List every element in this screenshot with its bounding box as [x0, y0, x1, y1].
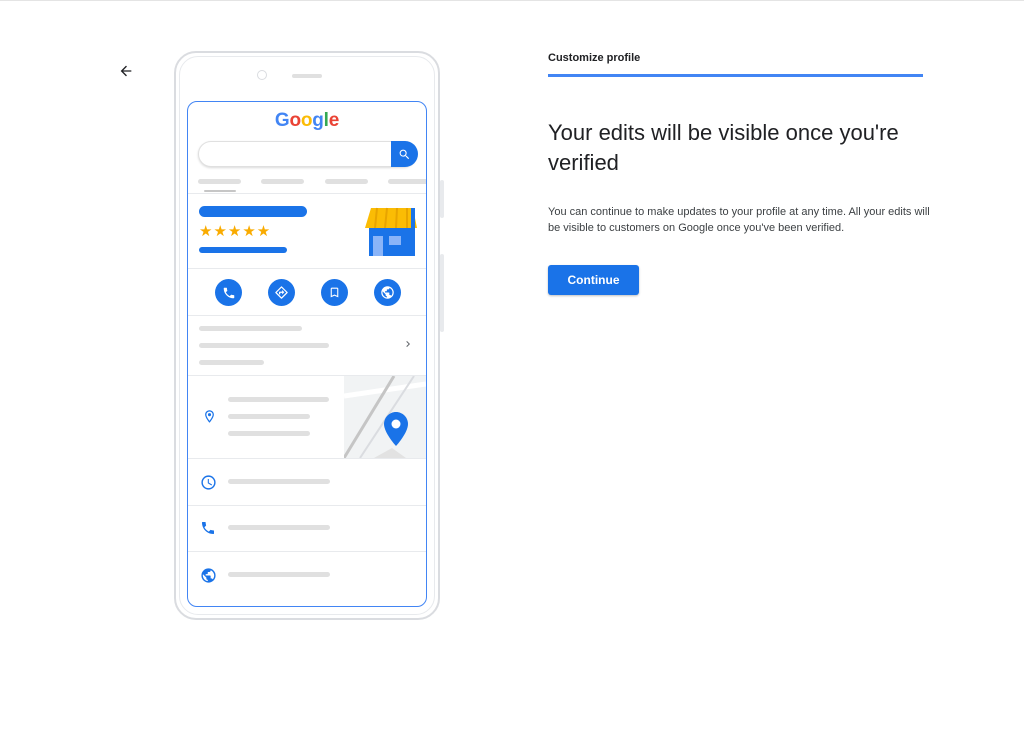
storefront-icon	[365, 207, 417, 256]
mock-search-box	[198, 141, 416, 167]
mock-search-button	[391, 141, 418, 167]
step-title: Customize profile	[548, 52, 641, 64]
bookmark-icon	[330, 287, 339, 298]
clock-icon	[200, 474, 216, 490]
arrow-back-icon	[120, 65, 132, 77]
website-icon	[381, 286, 394, 299]
mock-call-action	[215, 279, 242, 306]
globe-icon	[200, 567, 216, 583]
step-progress-bar	[548, 74, 923, 77]
phone-icon	[223, 287, 234, 298]
directions-icon	[275, 286, 288, 299]
phone-side-button	[440, 180, 444, 218]
mock-directions-action	[268, 279, 295, 306]
back-button[interactable]	[112, 57, 140, 85]
mock-website-action	[374, 279, 401, 306]
map-pin-icon	[384, 412, 408, 446]
rating-stars: ★★★★★	[199, 223, 272, 240]
business-name-bar	[199, 206, 307, 217]
description-text: You can continue to make updates to your…	[548, 206, 930, 234]
phone-camera	[257, 70, 267, 80]
location-pin-icon	[204, 409, 214, 423]
chevron-right-icon	[406, 341, 410, 347]
google-logo: Google	[274, 110, 340, 131]
top-divider	[0, 0, 1024, 1]
phone-icon	[202, 522, 214, 534]
mini-map	[344, 376, 426, 458]
phone-side-button	[440, 254, 444, 332]
phone-screen: Google ★★★★★	[187, 101, 427, 607]
mock-save-action	[321, 279, 348, 306]
page-heading: Your edits will be visible once you're v…	[548, 120, 899, 175]
phone-speaker	[292, 74, 322, 78]
search-icon	[399, 149, 410, 159]
continue-button[interactable]: Continue	[548, 265, 639, 295]
